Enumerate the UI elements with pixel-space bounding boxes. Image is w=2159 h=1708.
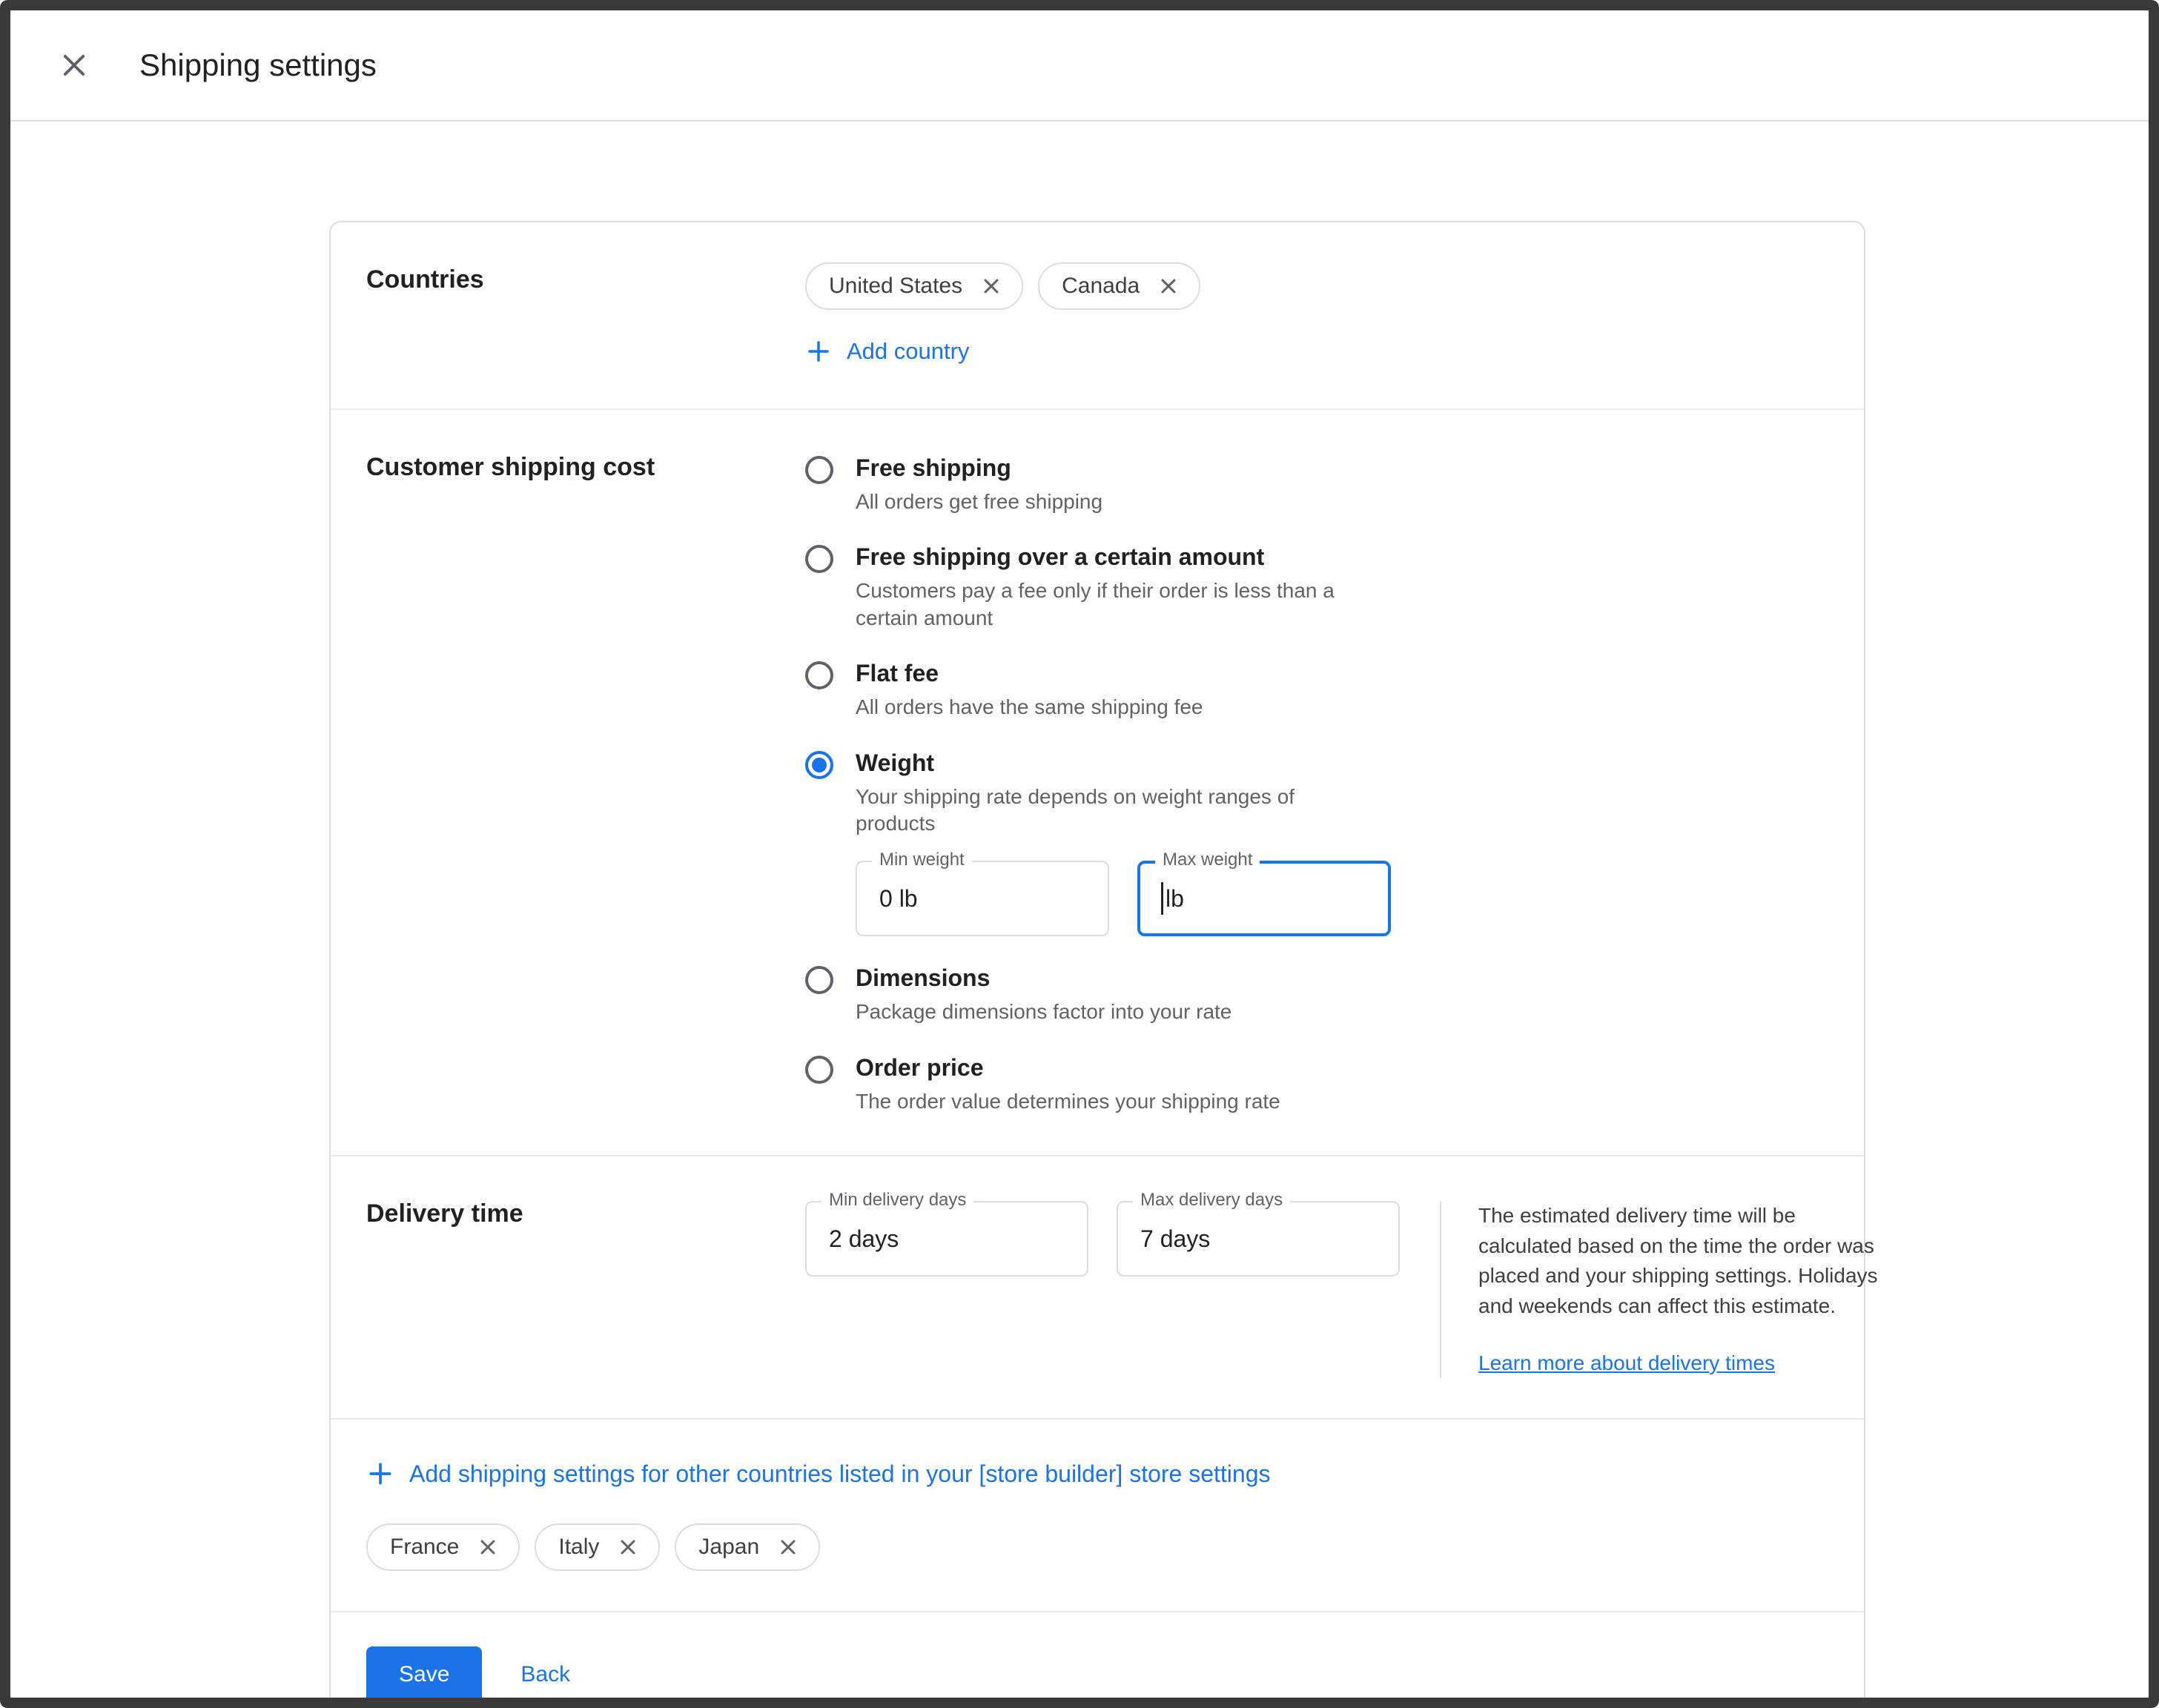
option-description: All orders have the same shipping fee [856,694,1203,721]
radio-option-order-price[interactable]: Order price The order value determines y… [805,1054,1828,1115]
delivery-fields: Min delivery days 2 days Max delivery da… [805,1201,1400,1378]
settings-card: Countries United States Canada [329,221,1865,1708]
max-weight-field-label: Max weight [1155,850,1260,870]
country-chip-japan: Japan [675,1523,820,1571]
min-weight-field-label: Min weight [872,850,972,870]
radio-button[interactable] [805,545,833,573]
delivery-time-label: Delivery time [366,1196,805,1378]
shipping-cost-section: Customer shipping cost Free shipping All… [331,410,1864,1156]
min-delivery-days-value: 2 days [829,1225,899,1253]
chip-remove-icon[interactable] [980,275,1002,297]
max-delivery-days-label: Max delivery days [1133,1190,1290,1211]
option-description: Customers pay a fee only if their order … [856,577,1345,632]
chip-remove-icon[interactable] [1157,275,1180,297]
radio-option-flat-fee[interactable]: Flat fee All orders have the same shippi… [805,660,1828,721]
delivery-helper-text: The estimated delivery time will be calc… [1478,1201,1883,1321]
countries-label: Countries [366,262,805,368]
weight-fields: Min weight 0 lb Max weight lb [856,861,1391,936]
other-countries-section: Add shipping settings for other countrie… [331,1420,1864,1612]
radio-button[interactable] [805,966,833,994]
radio-option-dimensions[interactable]: Dimensions Package dimensions factor int… [805,964,1828,1025]
plus-icon [366,1460,394,1488]
shipping-cost-options: Free shipping All orders get free shippi… [805,450,1828,1115]
max-weight-field[interactable]: Max weight lb [1137,861,1391,936]
back-button[interactable]: Back [520,1662,570,1687]
close-icon [56,47,92,83]
chip-label: France [390,1535,459,1560]
max-weight-field-value: lb [1166,885,1184,913]
add-country-label: Add country [847,338,969,365]
option-title: Order price [856,1054,1280,1082]
option-description: Your shipping rate depends on weight ran… [856,784,1345,838]
max-delivery-days-field[interactable]: Max delivery days 7 days [1117,1201,1400,1277]
radio-button[interactable] [805,456,833,484]
chip-remove-icon[interactable] [477,1536,499,1558]
chip-label: Japan [698,1535,759,1560]
text-cursor [1161,882,1163,915]
option-title: Flat fee [856,660,1203,687]
plus-icon [805,338,832,365]
delivery-time-section: Delivery time Min delivery days 2 days M… [331,1156,1864,1420]
radio-button[interactable] [805,661,833,689]
option-description: The order value determines your shipping… [856,1088,1280,1115]
min-weight-field-value: 0 lb [879,885,918,913]
option-description: Package dimensions factor into your rate [856,999,1231,1025]
add-shipping-settings-label: Add shipping settings for other countrie… [409,1460,1271,1488]
page-title: Shipping settings [139,47,377,83]
footer-actions: Save Back [331,1612,1864,1708]
country-chip-row: United States Canada [805,262,1828,310]
min-delivery-days-field[interactable]: Min delivery days 2 days [805,1201,1088,1277]
radio-button-selected[interactable] [805,751,833,779]
max-delivery-days-value: 7 days [1140,1225,1210,1253]
close-button[interactable] [52,43,96,87]
min-delivery-days-label: Min delivery days [821,1190,973,1211]
save-button[interactable]: Save [366,1646,482,1703]
option-title: Free shipping [856,454,1102,482]
radio-button[interactable] [805,1056,833,1084]
radio-option-free-over-amount[interactable]: Free shipping over a certain amount Cust… [805,543,1828,632]
add-country-button[interactable]: Add country [805,338,969,365]
radio-option-free-shipping[interactable]: Free shipping All orders get free shippi… [805,454,1828,515]
chip-remove-icon[interactable] [777,1536,799,1558]
option-title: Dimensions [856,964,1231,992]
chip-label: United States [829,274,962,299]
chip-remove-icon[interactable] [617,1536,639,1558]
radio-option-weight[interactable]: Weight Your shipping rate depends on wei… [805,749,1828,937]
dialog-header: Shipping settings [10,10,2149,122]
country-chip-france: France [366,1523,520,1571]
country-chip-united-states: United States [805,262,1023,310]
option-title: Free shipping over a certain amount [856,543,1345,571]
countries-section: Countries United States Canada [331,222,1864,410]
option-title: Weight [856,749,1391,777]
add-shipping-settings-link[interactable]: Add shipping settings for other countrie… [366,1460,1828,1488]
shipping-cost-label: Customer shipping cost [366,450,805,1115]
chip-label: Canada [1062,274,1140,299]
option-description: All orders get free shipping [856,489,1102,515]
country-chip-canada: Canada [1038,262,1200,310]
learn-more-delivery-times-link[interactable]: Learn more about delivery times [1478,1348,1775,1379]
other-country-chip-row: France Italy [366,1523,1828,1571]
min-weight-field[interactable]: Min weight 0 lb [856,861,1109,936]
country-chip-italy: Italy [535,1523,660,1571]
shipping-settings-dialog: Shipping settings Countries United State… [0,0,2159,1708]
chip-label: Italy [558,1535,599,1560]
